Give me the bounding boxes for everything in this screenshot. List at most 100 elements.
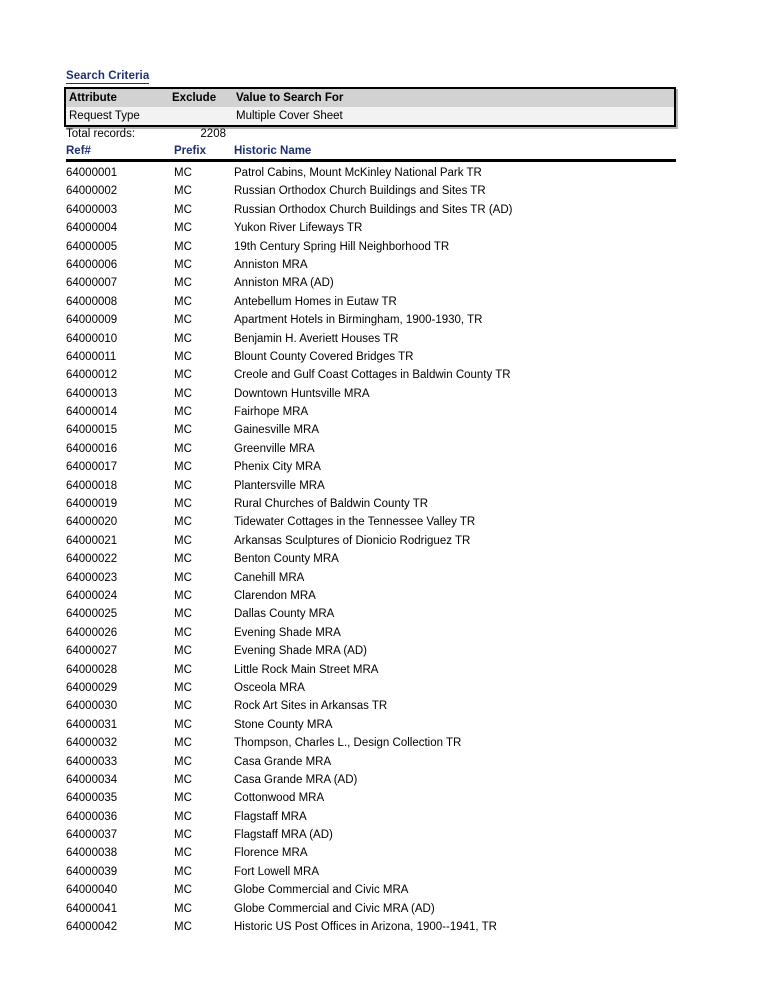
- cell-historic-name: Yukon River Lifeways TR: [234, 222, 363, 235]
- cell-historic-name: Gainesville MRA: [234, 424, 319, 437]
- table-row: 64000031 MC Stone County MRA: [66, 716, 676, 734]
- cell-prefix: MC: [174, 718, 192, 731]
- cell-prefix: MC: [174, 332, 192, 345]
- table-row: 64000014 MC Fairhope MRA: [66, 403, 676, 421]
- cell-prefix: MC: [174, 295, 192, 308]
- cell-ref: 64000035: [66, 792, 118, 805]
- column-header-exclude: Exclude: [172, 92, 217, 104]
- cell-prefix: MC: [174, 737, 192, 750]
- cell-historic-name: 19th Century Spring Hill Neighborhood TR: [234, 240, 450, 253]
- table-row: 64000006 MC Anniston MRA: [66, 256, 676, 274]
- cell-ref: 64000006: [66, 258, 118, 271]
- cell-ref: 64000022: [66, 553, 118, 566]
- cell-ref: 64000024: [66, 589, 118, 602]
- cell-prefix: MC: [174, 571, 192, 584]
- cell-historic-name: Casa Grande MRA: [234, 755, 332, 768]
- table-row: 64000042 MC Historic US Post Offices in Ar…: [66, 918, 676, 936]
- cell-historic-name: Plantersville MRA: [234, 479, 325, 492]
- cell-historic-name: Apartment Hotels in Birmingham, 1900-193…: [234, 314, 483, 327]
- cell-prefix: MC: [174, 461, 192, 474]
- table-row: 64000022 MC Benton County MRA: [66, 550, 676, 568]
- cell-historic-name: Russian Orthodox Church Buildings and Si…: [234, 203, 513, 216]
- cell-ref: 64000005: [66, 240, 118, 253]
- cell-historic-name: Stone County MRA: [234, 718, 333, 731]
- cell-ref: 64000003: [66, 203, 118, 216]
- search-criteria-title: Search Criteria: [66, 70, 150, 84]
- cell-ref: 64000037: [66, 829, 118, 842]
- table-row: 64000003 MC Russian Orthodox Church Buildi…: [66, 201, 676, 219]
- table-row: 64000027 MC Evening Shade MRA (AD): [66, 642, 676, 660]
- cell-historic-name: Patrol Cabins, Mount McKinley National P…: [234, 167, 482, 179]
- cell-historic-name: Creole and Gulf Coast Cottages in Baldwi…: [234, 369, 511, 382]
- table-row: 64000035 MC Cottonwood MRA: [66, 789, 676, 807]
- cell-prefix: MC: [174, 829, 192, 842]
- cell-historic-name: Evening Shade MRA: [234, 626, 341, 639]
- cell-ref: 64000032: [66, 737, 118, 750]
- cell-ref: 64000025: [66, 608, 118, 621]
- cell-prefix: MC: [174, 516, 192, 529]
- cell-ref: 64000018: [66, 479, 118, 492]
- cell-ref: 64000015: [66, 424, 118, 437]
- table-row: 64000023 MC Canehill MRA: [66, 569, 676, 587]
- cell-prefix: MC: [174, 755, 192, 768]
- cell-historic-name: Rural Churches of Baldwin County TR: [234, 498, 429, 511]
- cell-ref: 64000036: [66, 810, 118, 823]
- table-row: 64000005 MC 19th Century Spring Hill Neigh…: [66, 238, 676, 256]
- cell-historic-name: Thompson, Charles L., Design Collection …: [234, 737, 462, 750]
- cell-prefix: MC: [174, 222, 192, 235]
- cell-prefix: MC: [174, 902, 192, 915]
- table-row: 64000038 MC Florence MRA: [66, 844, 676, 862]
- search-criteria-header-row: Attribute Exclude Value to Search For: [66, 89, 674, 107]
- cell-historic-name: Canehill MRA: [234, 571, 305, 584]
- cell-ref: 64000033: [66, 755, 118, 768]
- document-page: Search Criteria Attribute Exclude Value …: [0, 0, 772, 1000]
- cell-prefix: MC: [174, 626, 192, 639]
- table-row: 64000018 MC Plantersville MRA: [66, 477, 676, 495]
- table-row: 64000017 MC Phenix City MRA: [66, 458, 676, 476]
- cell-prefix: MC: [174, 240, 192, 253]
- cell-historic-name: Fairhope MRA: [234, 406, 309, 419]
- table-row: 64000021 MC Arkansas Sculptures of Dionici…: [66, 532, 676, 550]
- cell-historic-name: Globe Commercial and Civic MRA: [234, 884, 409, 897]
- cell-prefix: MC: [174, 498, 192, 511]
- cell-prefix: MC: [174, 167, 192, 179]
- cell-historic-name: Historic US Post Offices in Arizona, 190…: [234, 921, 497, 934]
- cell-prefix: MC: [174, 663, 192, 676]
- table-row: 64000010 MC Benjamin H. Averiett Houses TR: [66, 330, 676, 348]
- cell-historic-name: Antebellum Homes in Eutaw TR: [234, 295, 397, 308]
- table-row: 64000036 MC Flagstaff MRA: [66, 808, 676, 826]
- table-row: 64000041 MC Globe Commercial and Civic MRA…: [66, 900, 676, 918]
- cell-historic-name: Phenix City MRA: [234, 461, 321, 474]
- table-row: 64000019 MC Rural Churches of Baldwin Coun…: [66, 495, 676, 513]
- cell-ref: 64000004: [66, 222, 118, 235]
- cell-ref: 64000028: [66, 663, 118, 676]
- table-row: 64000015 MC Gainesville MRA: [66, 421, 676, 439]
- table-row: 64000040 MC Globe Commercial and Civic MRA: [66, 881, 676, 899]
- cell-prefix: MC: [174, 700, 192, 713]
- cell-prefix: MC: [174, 792, 192, 805]
- table-row: 64000002 MC Russian Orthodox Church Buildi…: [66, 182, 676, 200]
- cell-historic-name: Rock Art Sites in Arkansas TR: [234, 700, 388, 713]
- cell-historic-name: Flagstaff MRA: [234, 810, 307, 823]
- table-row: 64000013 MC Downtown Huntsville MRA: [66, 385, 676, 403]
- cell-ref: 64000039: [66, 865, 118, 878]
- cell-prefix: MC: [174, 921, 192, 934]
- cell-prefix: MC: [174, 645, 192, 658]
- cell-historic-name: Downtown Huntsville MRA: [234, 387, 370, 400]
- cell-prefix: MC: [174, 884, 192, 897]
- cell-prefix: MC: [174, 553, 192, 566]
- table-row: 64000004 MC Yukon River Lifeways TR: [66, 219, 676, 237]
- cell-prefix: MC: [174, 534, 192, 547]
- table-row: 64000029 MC Osceola MRA: [66, 679, 676, 697]
- table-row: 64000037 MC Flagstaff MRA (AD): [66, 826, 676, 844]
- table-row: 64000028 MC Little Rock Main Street MRA: [66, 661, 676, 679]
- cell-prefix: MC: [174, 442, 192, 455]
- cell-prefix: MC: [174, 314, 192, 327]
- table-row: 64000033 MC Casa Grande MRA: [66, 753, 676, 771]
- cell-historic-name: Fort Lowell MRA: [234, 865, 319, 878]
- cell-ref: 64000038: [66, 847, 118, 860]
- cell-prefix: MC: [174, 369, 192, 382]
- cell-prefix: MC: [174, 258, 192, 271]
- table-row: 64000024 MC Clarendon MRA: [66, 587, 676, 605]
- results-header-row: Ref# Prefix Historic Name: [66, 144, 676, 162]
